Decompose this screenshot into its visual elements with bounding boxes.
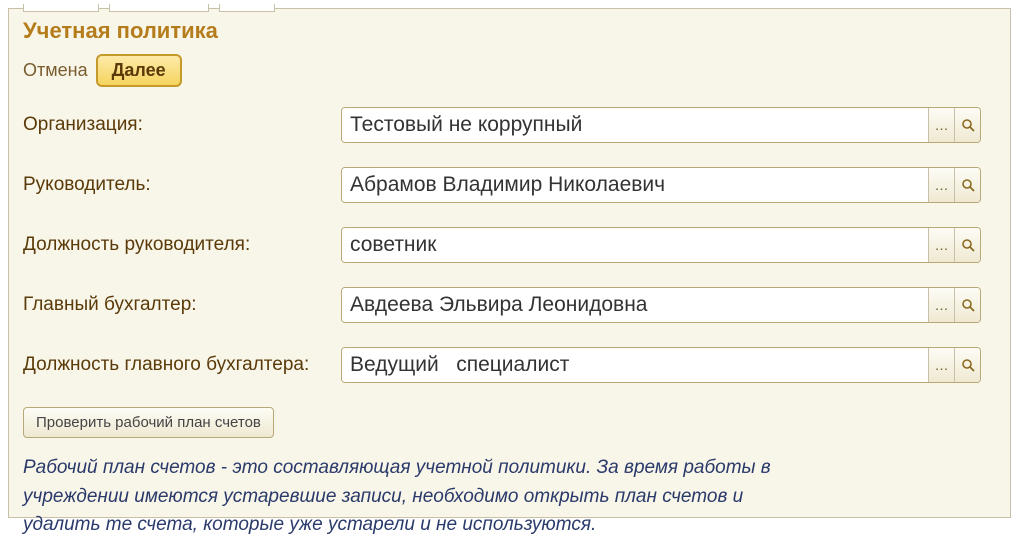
chief-accountant-input-group: …: [341, 287, 981, 323]
row-chief-accountant-position: Должность главного бухгалтера: …: [23, 347, 996, 383]
magnifier-icon: [961, 298, 975, 312]
magnifier-icon: [961, 178, 975, 192]
organization-select-button[interactable]: …: [928, 108, 954, 142]
next-button[interactable]: Далее: [96, 54, 182, 87]
manager-position-select-button[interactable]: …: [928, 228, 954, 262]
label-organization: Организация:: [23, 114, 341, 136]
ellipsis-icon: …: [935, 297, 949, 313]
action-bar: Отмена Далее: [23, 54, 996, 87]
chief-accountant-select-button[interactable]: …: [928, 288, 954, 322]
tab-bar-stub: [9, 8, 1010, 12]
chief-accountant-input[interactable]: [342, 288, 928, 322]
magnifier-icon: [961, 358, 975, 372]
ellipsis-icon: …: [935, 237, 949, 253]
manager-select-button[interactable]: …: [928, 168, 954, 202]
magnifier-icon: [961, 238, 975, 252]
chief-accountant-position-input-group: …: [341, 347, 981, 383]
ellipsis-icon: …: [935, 357, 949, 373]
organization-input[interactable]: [342, 108, 928, 142]
row-chief-accountant: Главный бухгалтер: …: [23, 287, 996, 323]
label-chief-accountant-position: Должность главного бухгалтера:: [23, 354, 341, 376]
magnifier-icon: [961, 118, 975, 132]
ellipsis-icon: …: [935, 177, 949, 193]
chief-accountant-position-input[interactable]: [342, 348, 928, 382]
organization-open-button[interactable]: [954, 108, 980, 142]
label-chief-accountant: Главный бухгалтер:: [23, 294, 341, 316]
row-organization: Организация: …: [23, 107, 996, 143]
manager-input-group: …: [341, 167, 981, 203]
label-manager: Руководитель:: [23, 174, 341, 196]
manager-open-button[interactable]: [954, 168, 980, 202]
check-plan-button[interactable]: Проверить рабочий план счетов: [23, 407, 274, 438]
form-panel: Учетная политика Отмена Далее Организаци…: [8, 8, 1011, 518]
row-manager-position: Должность руководителя: …: [23, 227, 996, 263]
manager-input[interactable]: [342, 168, 928, 202]
chief-accountant-position-open-button[interactable]: [954, 348, 980, 382]
ellipsis-icon: …: [935, 117, 949, 133]
chief-accountant-open-button[interactable]: [954, 288, 980, 322]
label-manager-position: Должность руководителя:: [23, 234, 341, 256]
manager-position-input-group: …: [341, 227, 981, 263]
row-manager: Руководитель: …: [23, 167, 996, 203]
cancel-link[interactable]: Отмена: [23, 60, 88, 81]
page-title: Учетная политика: [23, 18, 996, 44]
manager-position-input[interactable]: [342, 228, 928, 262]
chief-accountant-position-select-button[interactable]: …: [928, 348, 954, 382]
hint-text: Рабочий план счетов - это составляющая у…: [23, 454, 783, 540]
manager-position-open-button[interactable]: [954, 228, 980, 262]
organization-input-group: …: [341, 107, 981, 143]
